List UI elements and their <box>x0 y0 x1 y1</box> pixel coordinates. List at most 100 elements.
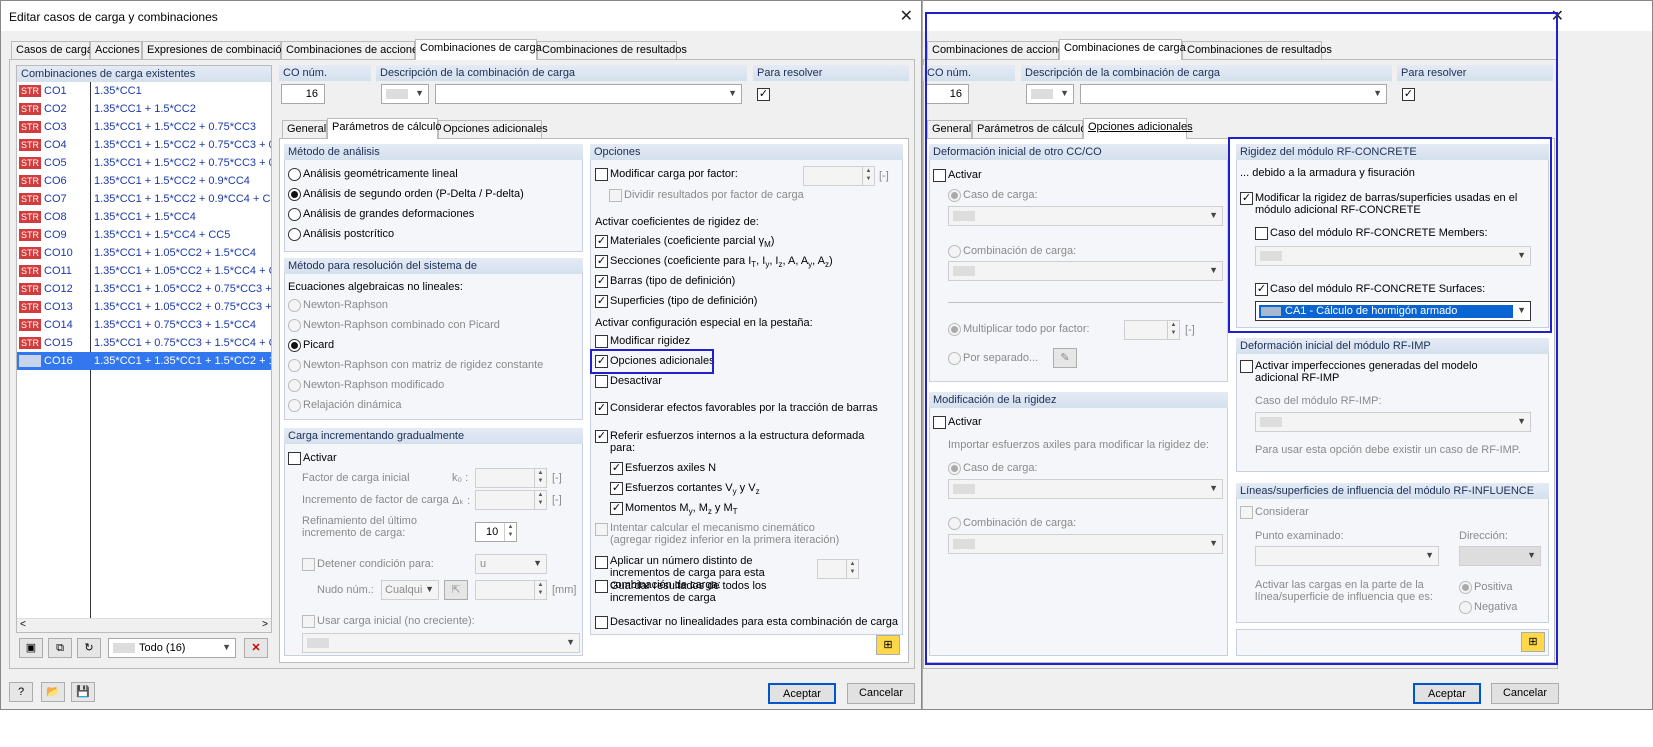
favorable-checkbox[interactable]: ✓ <box>595 402 608 415</box>
subtab-general[interactable]: General <box>282 120 327 138</box>
str-badge: STR <box>19 157 41 169</box>
resolve-checkbox[interactable]: ✓ <box>757 88 770 101</box>
divide-checkbox[interactable] <box>609 189 622 202</box>
node-select[interactable]: Cualqui ▼ <box>381 580 439 600</box>
modify-factor-checkbox[interactable] <box>595 168 608 181</box>
new-combo-icon[interactable]: ▣ <box>19 638 43 658</box>
subtab-parametros[interactable]: Parámetros de cálculo <box>327 118 441 139</box>
node-value-input[interactable]: ▲ ▼ <box>475 580 547 600</box>
refer-checkbox[interactable]: ✓ <box>595 430 608 443</box>
filter-select[interactable]: Todo (16) ▼ <box>108 638 236 658</box>
initial-factor-input[interactable]: ▲ ▼ <box>475 468 547 488</box>
initial-load-checkbox[interactable] <box>302 615 315 628</box>
modify-factor-input[interactable]: ▲ ▼ <box>803 166 875 186</box>
dk-label: Δₖ : <box>452 495 471 507</box>
list-item[interactable]: STR CO5 1.35*CC1 + 1.5*CC2 + 0.75*CC3 + 0 <box>17 154 271 172</box>
list-item[interactable]: STR CO8 1.35*CC1 + 1.5*CC4 <box>17 208 271 226</box>
special-title: Activar configuración especial en la pes… <box>595 317 813 329</box>
radio-newton[interactable] <box>288 299 301 312</box>
pick-node-icon[interactable]: ⇱ <box>444 580 468 600</box>
deactivate-nl-checkbox[interactable] <box>595 616 608 629</box>
radio-newton-picard[interactable] <box>288 319 301 332</box>
kinematic-checkbox[interactable] <box>595 523 608 536</box>
help-icon[interactable]: ? <box>9 682 33 702</box>
desc-input[interactable]: ▼ <box>435 84 742 104</box>
renumber-icon[interactable]: ↻ <box>77 638 101 658</box>
radio-relajacion[interactable] <box>288 399 301 412</box>
combo-formula: 1.35*CC1 + 0.75*CC3 + 1.5*CC4 + C <box>94 337 272 349</box>
filter-value: Todo (16) <box>139 642 186 654</box>
list-item[interactable]: STR CO4 1.35*CC1 + 1.5*CC2 + 0.75*CC3 + 0 <box>17 136 271 154</box>
combo-formula: 1.35*CC1 + 1.05*CC2 + 1.5*CC4 + C <box>94 265 272 277</box>
stop-checkbox[interactable] <box>302 558 315 571</box>
moments-checkbox[interactable]: ✓ <box>610 502 623 515</box>
sections-checkbox[interactable]: ✓ <box>595 255 608 268</box>
list-item[interactable]: STR CO11 1.35*CC1 + 1.05*CC2 + 1.5*CC4 + C <box>17 262 271 280</box>
radio-newton-constante[interactable] <box>288 359 301 372</box>
list-item[interactable]: STR CO14 1.35*CC1 + 0.75*CC3 + 1.5*CC4 <box>17 316 271 334</box>
members-checkbox[interactable]: ✓ <box>595 275 608 288</box>
tab-combinaciones-carga[interactable]: Combinaciones de carga <box>1059 39 1186 60</box>
tab-acciones[interactable]: Acciones <box>90 41 142 59</box>
list-item[interactable]: STR CO7 1.35*CC1 + 1.5*CC2 + 0.9*CC4 + CC <box>17 190 271 208</box>
deactivate-checkbox[interactable] <box>595 375 608 388</box>
save-icon[interactable]: 💾 <box>71 682 95 702</box>
list-item[interactable]: STR CO13 1.35*CC1 + 1.05*CC2 + 0.75*CC3 + <box>17 298 271 316</box>
subtab-opciones-adicionales[interactable]: Opciones adicionales <box>1083 118 1193 139</box>
distinct-inc-checkbox[interactable] <box>595 556 608 569</box>
open-icon[interactable]: 📂 <box>41 682 65 702</box>
ok-button[interactable]: Aceptar <box>1413 683 1481 704</box>
save-results-checkbox[interactable] <box>595 580 608 593</box>
str-badge: STR <box>19 211 41 223</box>
materials-checkbox[interactable]: ✓ <box>595 235 608 248</box>
radio-grandes-def[interactable] <box>288 208 301 221</box>
radio-picard[interactable] <box>288 339 301 352</box>
distinct-inc-input[interactable]: ▲ ▼ <box>817 559 859 579</box>
list-item[interactable]: STR CO2 1.35*CC1 + 1.5*CC2 <box>17 100 271 118</box>
list-item[interactable]: STR CO15 1.35*CC1 + 0.75*CC3 + 1.5*CC4 + C <box>17 334 271 352</box>
tab-combinaciones-carga[interactable]: Combinaciones de carga <box>415 39 542 60</box>
tab-casos-de-carga[interactable]: Casos de carga <box>11 41 93 59</box>
co-num-field[interactable]: 16 <box>281 84 325 104</box>
shear-checkbox[interactable]: ✓ <box>610 482 623 495</box>
modify-stiffness-checkbox[interactable] <box>595 335 608 348</box>
incremental-activate-checkbox[interactable] <box>288 452 301 465</box>
initial-load-select[interactable]: ▼ <box>302 633 580 653</box>
tab-expresiones[interactable]: Expresiones de combinación <box>142 41 288 59</box>
combo-formula: 1.35*CC1 + 1.05*CC2 + 1.5*CC4 <box>94 247 257 259</box>
radio-postcritico[interactable] <box>288 228 301 241</box>
desc-color-select[interactable]: ▼ <box>381 84 429 104</box>
calculator-icon[interactable]: ⊞ <box>876 635 900 655</box>
list-item[interactable]: STR CO9 1.35*CC1 + 1.5*CC4 + CC5 <box>17 226 271 244</box>
radio-newton-modificado[interactable] <box>288 379 301 392</box>
str-badge: STR <box>19 229 41 241</box>
cancel-button[interactable]: Cancelar <box>1491 683 1559 704</box>
cancel-button[interactable]: Cancelar <box>847 683 915 704</box>
refine-input[interactable]: 10 ▲ ▼ <box>475 522 517 542</box>
combo-name: CO11 <box>44 265 72 277</box>
list-item[interactable]: STR CO3 1.35*CC1 + 1.5*CC2 + 0.75*CC3 <box>17 118 271 136</box>
radio-newton-label: Newton-Raphson <box>303 299 388 311</box>
subtab-opciones-adicionales[interactable]: Opciones adicionales <box>438 120 548 138</box>
list-item[interactable]: STR CO12 1.35*CC1 + 1.05*CC2 + 0.75*CC3 + <box>17 280 271 298</box>
increment-input[interactable]: ▲ ▼ <box>475 490 547 510</box>
delete-icon[interactable]: ✕ <box>244 638 268 658</box>
list-item[interactable]: STR CO6 1.35*CC1 + 1.5*CC2 + 0.9*CC4 <box>17 172 271 190</box>
str-badge: STR <box>19 85 41 97</box>
axial-checkbox[interactable]: ✓ <box>610 462 623 475</box>
tab-combinaciones-acciones[interactable]: Combinaciones de acciones <box>281 41 424 59</box>
copy-combo-icon[interactable]: ⧉ <box>48 638 72 658</box>
stop-select[interactable]: u ▼ <box>475 554 547 574</box>
additional-options-highlight <box>590 349 714 374</box>
radio-segundo-orden[interactable] <box>288 188 301 201</box>
list-item[interactable]: STR CO10 1.35*CC1 + 1.05*CC2 + 1.5*CC4 <box>17 244 271 262</box>
list-item[interactable]: STR CO1 1.35*CC1 <box>17 82 271 100</box>
tab-combinaciones-resultados[interactable]: Combinaciones de resultados <box>537 41 687 59</box>
initial-factor-label: Factor de carga inicial <box>302 472 410 484</box>
list-scrollbar[interactable]: < > <box>17 618 271 632</box>
radio-lineal[interactable] <box>288 168 301 181</box>
surfaces-checkbox[interactable]: ✓ <box>595 295 608 308</box>
list-item[interactable]: CO16 1.35*CC1 + 1.35*CC1 + 1.5*CC2 + 1 <box>17 352 271 370</box>
close-icon[interactable]: ✕ <box>900 6 913 26</box>
ok-button[interactable]: Aceptar <box>768 683 836 704</box>
